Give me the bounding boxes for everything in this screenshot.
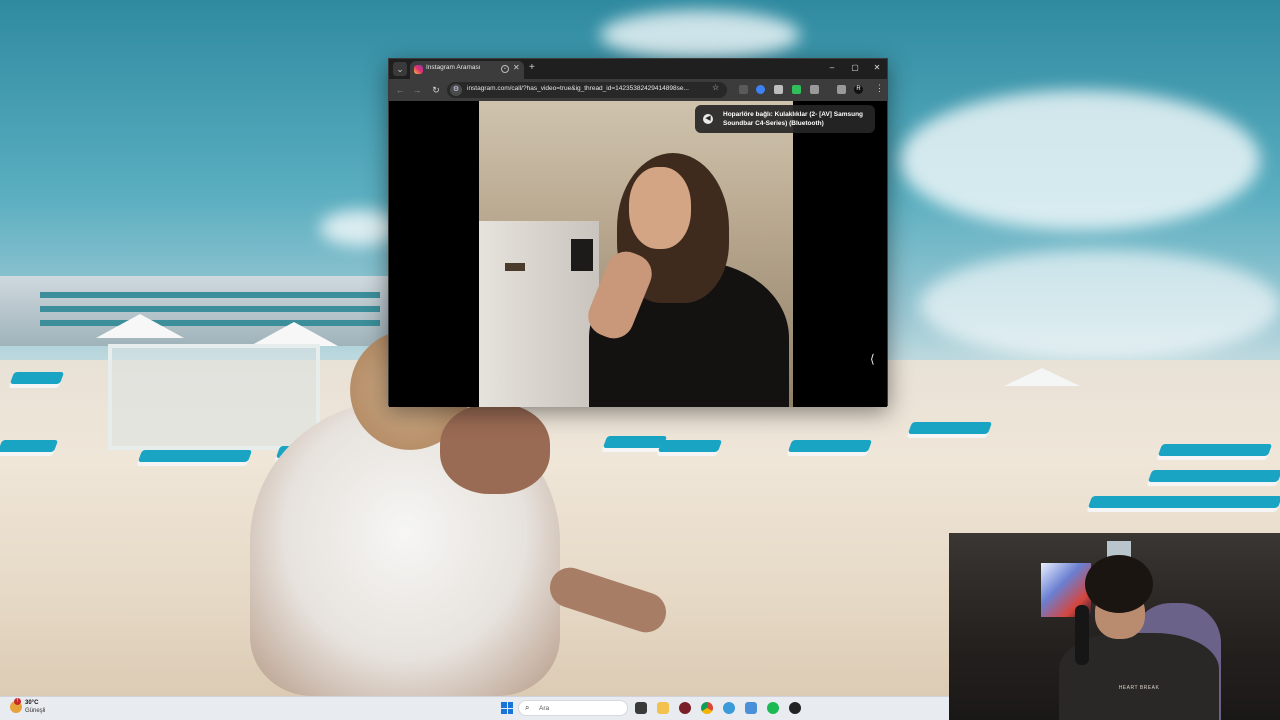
sun-lounger [907, 422, 993, 434]
windows-start-icon[interactable] [501, 702, 513, 714]
person-face [629, 167, 691, 249]
url-text[interactable]: instagram.com/call/?has_video=true&ig_th… [467, 85, 703, 92]
browser-window: ⌄ Instagram Araması • ✕ + – ▢ ✕ ← → ↻ ⚙ … [388, 58, 888, 407]
taskbar-search-box[interactable]: ⌕ Ara [518, 700, 628, 716]
beach-umbrella [96, 314, 184, 338]
minimize-button[interactable]: – [825, 62, 839, 74]
cloud [900, 90, 1260, 230]
cloud [920, 250, 1280, 360]
new-tab-button[interactable]: + [529, 62, 535, 74]
sun-lounger [787, 440, 873, 452]
back-button[interactable]: ← [393, 83, 407, 97]
instagram-icon [414, 65, 423, 74]
sun-lounger [657, 440, 723, 452]
beach-cabana [108, 344, 320, 450]
address-bar[interactable]: ⚙ instagram.com/call/?has_video=true&ig_… [447, 82, 727, 98]
spotify-icon[interactable] [767, 702, 779, 714]
search-icon: ⌕ [525, 703, 530, 712]
bookmark-star-icon[interactable]: ☆ [712, 83, 719, 92]
speaker-icon: ◀ [703, 114, 713, 124]
app-icon[interactable] [789, 702, 801, 714]
sidebar-icon[interactable] [837, 85, 846, 94]
camera-extension-icon[interactable] [774, 85, 783, 94]
close-window-button[interactable]: ✕ [870, 62, 884, 74]
app-icon[interactable] [679, 702, 691, 714]
taskbar: ! 30°C Güneşli ⌕ Ara [0, 696, 949, 720]
reload-button[interactable]: ↻ [429, 83, 443, 97]
extension-icon[interactable] [739, 85, 748, 94]
call-viewport: ◀ Hoparlöre bağlı: Kulaklıklar (2- [AV] … [389, 101, 887, 407]
streamer-webcam: HEART BREAK [949, 533, 1280, 720]
tab-close-button[interactable]: ✕ [513, 63, 520, 72]
streamer-hair [1085, 555, 1153, 613]
person-head [440, 404, 550, 494]
tab-audio-icon[interactable]: • [501, 65, 509, 73]
sun-lounger [602, 436, 668, 448]
sun-lounger [1087, 496, 1280, 508]
task-view-icon[interactable] [635, 702, 647, 714]
tab-search-button[interactable]: ⌄ [393, 62, 407, 76]
puzzle-extensions-icon[interactable] [810, 85, 819, 94]
speaker-connected-toast: ◀ Hoparlöre bağlı: Kulaklıklar (2- [AV] … [695, 105, 875, 133]
shirt-print-text: HEART BREAK [1118, 685, 1160, 691]
search-placeholder: Ara [539, 705, 550, 712]
browser-menu-icon[interactable]: ⋮ [875, 83, 884, 94]
microphone [1075, 605, 1089, 665]
file-explorer-icon[interactable] [657, 702, 669, 714]
temperature-text: 30°C [25, 700, 39, 706]
tab-title: Instagram Araması [426, 64, 481, 71]
site-info-icon[interactable]: ⚙ [450, 84, 462, 96]
title-bar: ⌄ Instagram Araması • ✕ + – ▢ ✕ [389, 59, 887, 79]
chrome-icon[interactable] [701, 702, 713, 714]
shield-extension-icon[interactable] [792, 85, 801, 94]
weather-alert-badge: ! [14, 698, 21, 705]
extension-icon[interactable] [756, 85, 765, 94]
sun-lounger [137, 450, 253, 462]
forward-button[interactable]: → [410, 83, 424, 97]
cloud [600, 10, 800, 60]
speaker-notice-text: Hoparlöre bağlı: Kulaklıklar (2- [AV] Sa… [723, 111, 864, 127]
remote-video-feed[interactable] [479, 101, 793, 407]
hotel-windows [40, 292, 380, 298]
maximize-button[interactable]: ▢ [848, 62, 862, 74]
toolbar: ← → ↻ ⚙ instagram.com/call/?has_video=tr… [389, 79, 887, 101]
fridge-screen [571, 239, 593, 271]
fridge-display [505, 263, 525, 271]
collapse-panel-chevron-icon[interactable]: ⟨ [870, 352, 875, 366]
beach-umbrella [250, 322, 338, 346]
profile-avatar[interactable]: R [854, 85, 863, 94]
sun-lounger [0, 440, 59, 452]
hotel-windows [40, 306, 380, 312]
sun-lounger [1147, 470, 1280, 482]
app-icon[interactable] [745, 702, 757, 714]
sun-lounger [9, 372, 65, 384]
beach-tent [1004, 368, 1080, 386]
weather-condition-text: Güneşli [25, 708, 46, 714]
settings-app-icon[interactable] [723, 702, 735, 714]
tab-instagram-call[interactable]: Instagram Araması • ✕ [410, 61, 524, 79]
sun-lounger [1157, 444, 1273, 456]
